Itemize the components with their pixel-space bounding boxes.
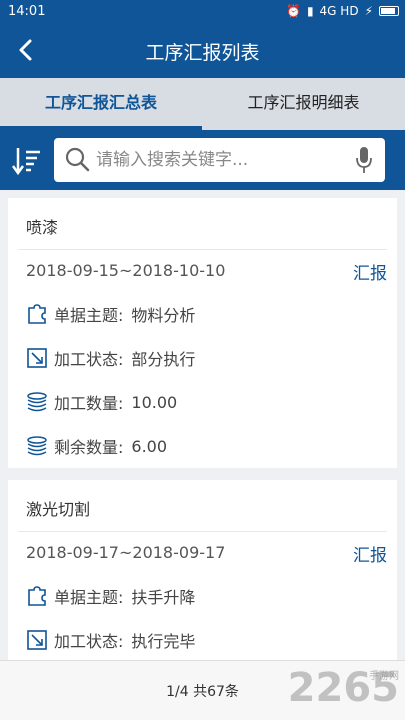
tab-detail[interactable]: 工序汇报明细表	[202, 78, 405, 130]
date-range: 2018-09-17~2018-09-17	[26, 543, 226, 562]
alarm-icon: ⏰	[285, 4, 301, 18]
field-row: 剩余数量: 6.00	[26, 433, 167, 459]
search-input[interactable]	[96, 144, 346, 176]
date-range: 2018-09-15~2018-10-10	[26, 261, 226, 280]
status-time: 14:01	[8, 4, 46, 19]
battery-icon	[379, 6, 399, 16]
pagination-footer: 1/4 共67条 2265 手游网	[0, 660, 405, 720]
field-label: 加工状态:	[54, 632, 124, 651]
tab-summary-label: 工序汇报汇总表	[44, 93, 157, 112]
search-bar	[0, 130, 405, 190]
field-label: 单据主题:	[54, 306, 124, 325]
sort-icon[interactable]	[10, 144, 44, 178]
signal-icon: ▮	[306, 4, 314, 18]
field-row: 加工状态: 执行完毕	[26, 627, 195, 653]
field-label: 加工数量:	[54, 394, 124, 413]
field-value: 10.00	[131, 392, 178, 412]
network-label: 4G HD	[319, 4, 359, 18]
divider	[18, 531, 387, 532]
puzzle-icon	[26, 585, 48, 607]
microphone-icon[interactable]	[355, 146, 373, 174]
app-bar: 工序汇报列表	[0, 24, 405, 78]
list-item[interactable]: 喷漆 2018-09-15~2018-10-10 汇报 单据主题: 物料分析 加…	[8, 198, 397, 468]
field-value: 物料分析	[131, 306, 196, 325]
watermark-sub: 手游网	[369, 671, 399, 682]
page-title: 工序汇报列表	[145, 42, 260, 64]
charging-icon: ⚡	[364, 4, 373, 18]
field-value: 6.00	[131, 436, 168, 456]
field-label: 单据主题:	[54, 588, 124, 607]
card-title: 激光切割	[26, 500, 91, 519]
search-icon	[64, 146, 90, 172]
status-bar: 14:01 ⏰ ▮ 4G HD ⚡	[0, 0, 405, 24]
status-icons: ⏰ ▮ 4G HD ⚡	[286, 4, 399, 18]
status-arrow-icon	[26, 347, 48, 369]
report-link[interactable]: 汇报	[353, 259, 387, 284]
field-value: 部分执行	[131, 350, 196, 369]
stack-icon	[26, 391, 48, 413]
field-value: 扶手升降	[131, 588, 196, 607]
divider	[18, 249, 387, 250]
report-list: 喷漆 2018-09-15~2018-10-10 汇报 单据主题: 物料分析 加…	[0, 190, 405, 660]
field-row: 单据主题: 物料分析	[26, 301, 195, 327]
field-value: 执行完毕	[131, 632, 196, 651]
tab-summary[interactable]: 工序汇报汇总表	[0, 78, 202, 130]
field-row: 加工数量: 10.00	[26, 389, 177, 415]
list-item[interactable]: 激光切割 2018-09-17~2018-09-17 汇报 单据主题: 扶手升降…	[8, 480, 397, 660]
tab-detail-label: 工序汇报明细表	[247, 93, 360, 112]
field-label: 剩余数量:	[54, 438, 124, 457]
puzzle-icon	[26, 303, 48, 325]
status-arrow-icon	[26, 629, 48, 651]
card-title: 喷漆	[26, 218, 59, 237]
tab-bar: 工序汇报汇总表 工序汇报明细表	[0, 78, 405, 130]
report-link[interactable]: 汇报	[353, 541, 387, 566]
field-row: 单据主题: 扶手升降	[26, 583, 195, 609]
stack-icon	[26, 435, 48, 457]
field-row: 加工状态: 部分执行	[26, 345, 195, 371]
field-label: 加工状态:	[54, 350, 124, 369]
search-box[interactable]	[54, 138, 385, 182]
